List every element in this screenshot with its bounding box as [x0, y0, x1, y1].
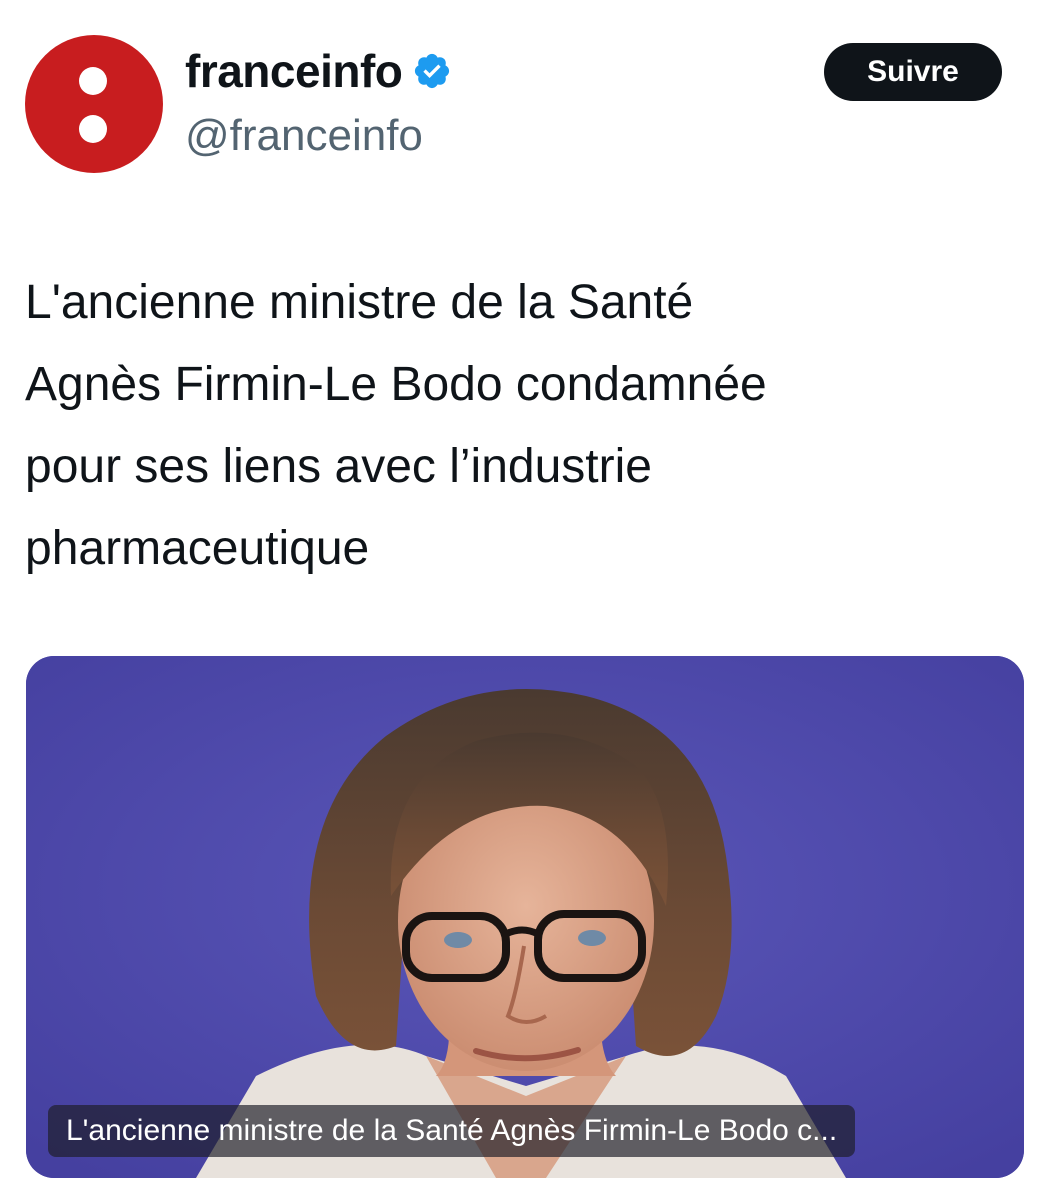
bottom-divider	[0, 1184, 1050, 1200]
media-card[interactable]: L'ancienne ministre de la Santé Agnès Fi…	[26, 656, 1024, 1178]
media-caption: L'ancienne ministre de la Santé Agnès Fi…	[48, 1105, 856, 1157]
tweet-header: franceinfo @franceinfo Suivre	[25, 35, 1005, 175]
tweet-card: franceinfo @franceinfo Suivre L'ancienne…	[0, 0, 1050, 1200]
franceinfo-logo-dot-icon	[79, 115, 107, 143]
tweet-text-line: pour ses liens avec l’industrie	[25, 440, 652, 493]
portrait-photo	[26, 656, 1024, 1178]
follow-button[interactable]: Suivre	[824, 43, 1002, 101]
tweet-text: L'ancienne ministre de la Santé Agnès Fi…	[25, 262, 985, 590]
display-name-row: franceinfo	[185, 41, 452, 101]
avatar[interactable]	[25, 35, 163, 173]
tweet-text-line: pharmaceutique	[25, 522, 370, 575]
franceinfo-logo-icon	[79, 67, 107, 95]
account-names: franceinfo @franceinfo	[185, 41, 452, 161]
account-handle[interactable]: @franceinfo	[185, 111, 452, 161]
verified-badge-icon[interactable]	[412, 51, 452, 91]
tweet-text-line: Agnès Firmin-Le Bodo condamnée	[25, 358, 767, 411]
display-name[interactable]: franceinfo	[185, 44, 403, 98]
tweet-text-line: L'ancienne ministre de la Santé	[25, 276, 694, 329]
